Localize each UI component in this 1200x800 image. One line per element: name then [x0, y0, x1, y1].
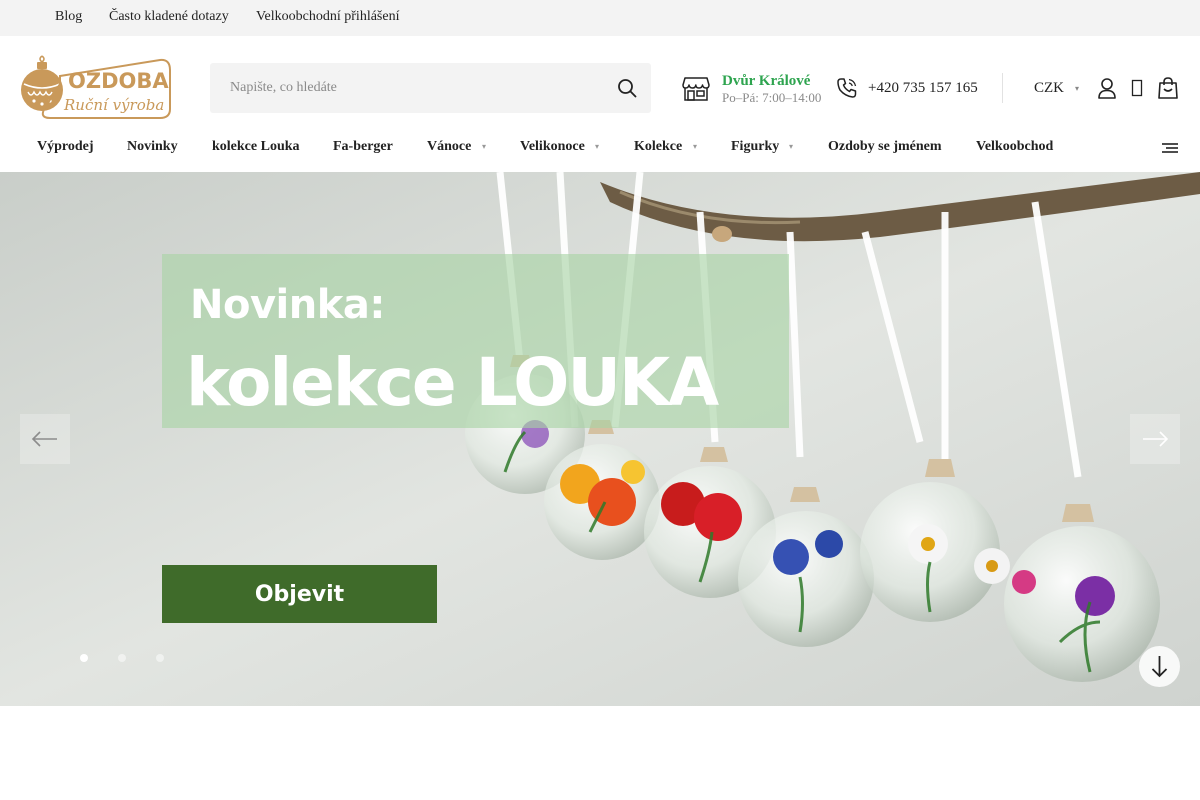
logo-tagline: Ruční výroba	[63, 96, 164, 114]
top-bar: Blog Často kladené dotazy Velkoobchodní …	[0, 0, 1200, 36]
nav-item-figurky[interactable]: Figurky	[731, 139, 779, 155]
hero-slider: Novinka: kolekce LOUKA Objevit	[0, 172, 1200, 706]
chevron-down-icon[interactable]: ▾	[1075, 84, 1079, 93]
logo-wordmark: OZDOBA	[68, 69, 169, 93]
arrow-left-icon	[31, 431, 57, 447]
topbar-link-blog[interactable]: Blog	[55, 9, 82, 25]
topbar-link-faq[interactable]: Často kladené dotazy	[109, 9, 229, 25]
store-info[interactable]: Dvůr Králové Po–Pá: 7:00–14:00	[682, 73, 822, 107]
slider-prev-button[interactable]	[20, 414, 70, 464]
nav-item-novinky[interactable]: Novinky	[127, 139, 178, 155]
search-input[interactable]	[230, 77, 600, 99]
chevron-down-icon[interactable]: ▾	[693, 142, 697, 151]
main-navigation: Výprodej Novinky kolekce Louka Fa-berger…	[0, 126, 1200, 172]
arrow-right-icon	[1143, 431, 1169, 447]
chevron-down-icon[interactable]: ▾	[595, 142, 599, 151]
logo-graphic: OZDOBA Ruční výroba	[21, 55, 171, 119]
store-hours: Po–Pá: 7:00–14:00	[722, 90, 822, 105]
search-icon[interactable]	[617, 78, 637, 98]
hero-image	[0, 172, 1200, 706]
header-divider	[1002, 73, 1003, 103]
phone-contact[interactable]: +420 735 157 165	[836, 77, 986, 101]
nav-item-vyprodej[interactable]: Výprodej	[37, 139, 94, 155]
nav-item-velikonoce[interactable]: Velikonoce	[520, 139, 585, 155]
slider-dot-3[interactable]	[156, 654, 164, 662]
search-box	[210, 63, 651, 113]
slider-dot-1[interactable]	[80, 654, 88, 662]
nav-item-fa-berger[interactable]: Fa-berger	[333, 139, 393, 155]
user-icon[interactable]	[1096, 77, 1118, 99]
chevron-down-icon[interactable]: ▾	[482, 142, 486, 151]
heart-icon[interactable]	[1131, 79, 1143, 97]
nav-item-kolekce-louka[interactable]: kolekce Louka	[212, 139, 300, 155]
hero-cta-button[interactable]: Objevit	[162, 565, 437, 623]
currency-selector[interactable]: CZK	[1034, 80, 1064, 97]
hero-title: kolekce LOUKA	[186, 344, 719, 421]
cart-icon[interactable]	[1156, 76, 1180, 100]
hero-subtitle: Novinka:	[190, 282, 385, 328]
store-city: Dvůr Králové	[722, 73, 811, 89]
nav-item-velkoobchod[interactable]: Velkoobchod	[976, 139, 1053, 155]
topbar-link-wholesale-login[interactable]: Velkoobchodní přihlášení	[256, 9, 399, 25]
phone-number: +420 735 157 165	[868, 80, 978, 96]
slider-dot-2[interactable]	[118, 654, 126, 662]
nav-item-vanoce[interactable]: Vánoce	[427, 139, 471, 155]
menu-icon[interactable]	[1161, 141, 1179, 155]
store-icon	[682, 77, 710, 101]
arrow-down-icon	[1151, 656, 1168, 678]
chevron-down-icon[interactable]: ▾	[789, 142, 793, 151]
phone-icon	[837, 78, 857, 98]
nav-item-kolekce[interactable]: Kolekce	[634, 139, 682, 155]
scroll-down-button[interactable]	[1139, 646, 1180, 687]
slider-next-button[interactable]	[1130, 414, 1180, 464]
logo[interactable]: OZDOBA Ruční výroba	[20, 54, 172, 120]
nav-item-ozdoby-se-jmenem[interactable]: Ozdoby se jménem	[828, 139, 942, 155]
